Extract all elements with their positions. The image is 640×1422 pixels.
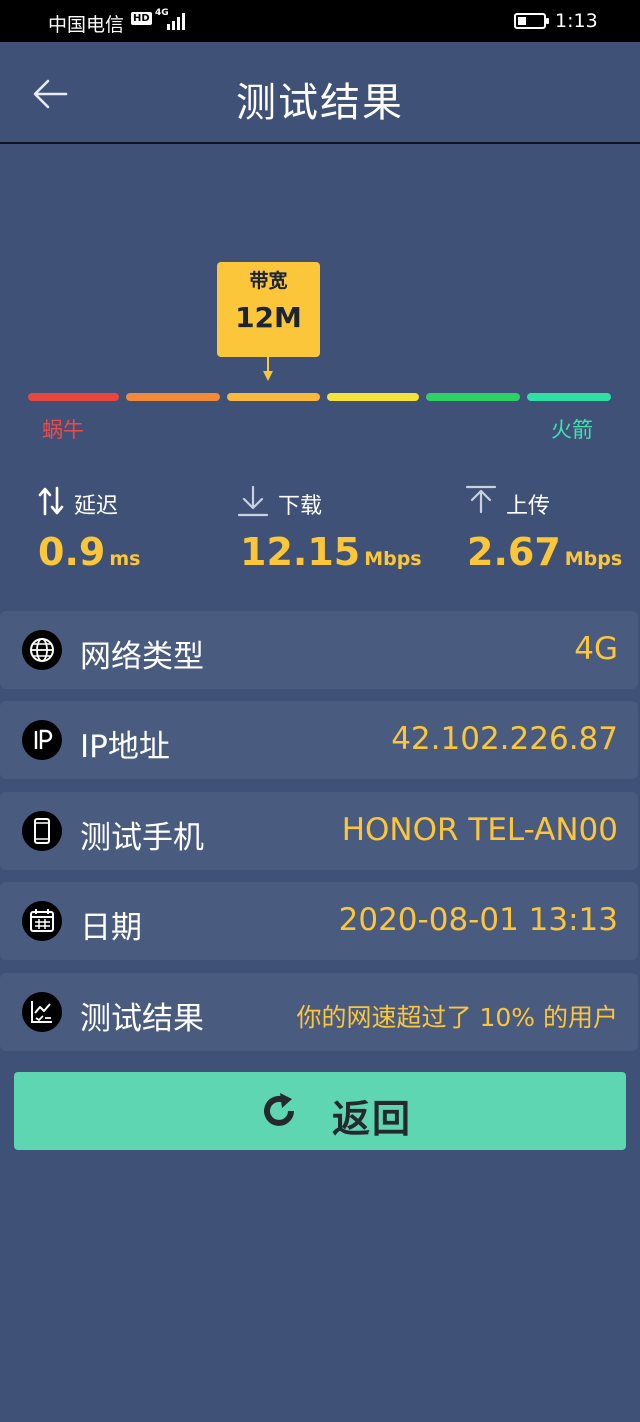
- download-value: 12.15 Mbps: [240, 530, 422, 574]
- refresh-icon: [264, 1093, 294, 1126]
- info-row-date: 日期 2020-08-01 13:13: [0, 882, 638, 960]
- upload-unit: Mbps: [564, 548, 623, 570]
- scale-label-fast: 火箭: [551, 418, 593, 442]
- hd-badge: HD: [131, 12, 152, 25]
- up-down-arrows-icon: [38, 486, 64, 516]
- signal-icon: [167, 13, 185, 30]
- clock: 1:13: [555, 10, 598, 32]
- latency-number: 0.9: [38, 530, 106, 574]
- info-row-result: 测试结果 你的网速超过了 10% 的用户: [0, 973, 638, 1051]
- chart-check-icon: [22, 992, 62, 1032]
- scale-segment-2: [126, 393, 220, 401]
- page-title: 测试结果: [236, 80, 404, 126]
- ip-icon: [22, 720, 62, 760]
- scale-segment-6: [527, 393, 611, 401]
- pointer-arrow-icon: [263, 357, 273, 381]
- date-label: 日期: [80, 910, 142, 946]
- result-label: 测试结果: [80, 1001, 204, 1037]
- header: 测试结果: [0, 42, 640, 144]
- latency-unit: ms: [109, 548, 141, 570]
- ip-value: 42.102.226.87: [391, 721, 618, 757]
- globe-icon: [22, 630, 62, 670]
- upload-label: 上传: [506, 494, 551, 519]
- phone-value: HONOR TEL-AN00: [341, 812, 618, 848]
- phone-label: 测试手机: [80, 820, 204, 856]
- download-label: 下载: [278, 494, 323, 519]
- ip-label: IP地址: [80, 729, 170, 765]
- info-row-network-type: 网络类型 4G: [0, 611, 638, 689]
- download-icon: [237, 485, 269, 517]
- bandwidth-badge: 带宽 12M: [217, 262, 320, 357]
- scale-segment-3: [227, 393, 320, 401]
- status-bar: 中国电信 HD 4G 1:13: [0, 0, 640, 42]
- bandwidth-badge-value: 12M: [235, 301, 302, 334]
- return-button[interactable]: 返回: [14, 1072, 626, 1150]
- metric-latency: 延迟 0.9 ms: [36, 484, 216, 584]
- scale-label-slow: 蜗牛: [42, 418, 84, 442]
- scale-segment-1: [28, 393, 119, 401]
- download-number: 12.15: [240, 530, 361, 574]
- upload-value: 2.67 Mbps: [467, 530, 622, 574]
- bandwidth-badge-label: 带宽: [249, 270, 288, 292]
- latency-label: 延迟: [74, 494, 119, 519]
- network-type-label: 网络类型: [80, 639, 204, 675]
- upload-number: 2.67: [467, 530, 561, 574]
- return-button-label: 返回: [332, 1097, 413, 1141]
- info-row-ip: IP地址 42.102.226.87: [0, 701, 638, 779]
- scale-segment-4: [327, 393, 419, 401]
- metric-download: 下载 12.15 Mbps: [236, 484, 436, 584]
- phone-icon: [22, 811, 62, 851]
- bandwidth-gauge: 带宽 12M 蜗牛 火箭: [0, 262, 640, 442]
- download-unit: Mbps: [364, 548, 422, 570]
- info-row-phone: 测试手机 HONOR TEL-AN00: [0, 792, 638, 870]
- calendar-icon: [22, 901, 62, 941]
- date-value: 2020-08-01 13:13: [338, 902, 618, 938]
- result-value: 你的网速超过了 10% 的用户: [296, 1003, 618, 1032]
- upload-icon: [465, 485, 497, 514]
- metric-upload: 上传 2.67 Mbps: [464, 484, 634, 584]
- scale-segment-5: [426, 393, 520, 401]
- battery-icon: [514, 13, 549, 29]
- network-type-value: 4G: [574, 631, 618, 667]
- carrier-name: 中国电信: [48, 14, 125, 36]
- latency-value: 0.9 ms: [38, 530, 140, 574]
